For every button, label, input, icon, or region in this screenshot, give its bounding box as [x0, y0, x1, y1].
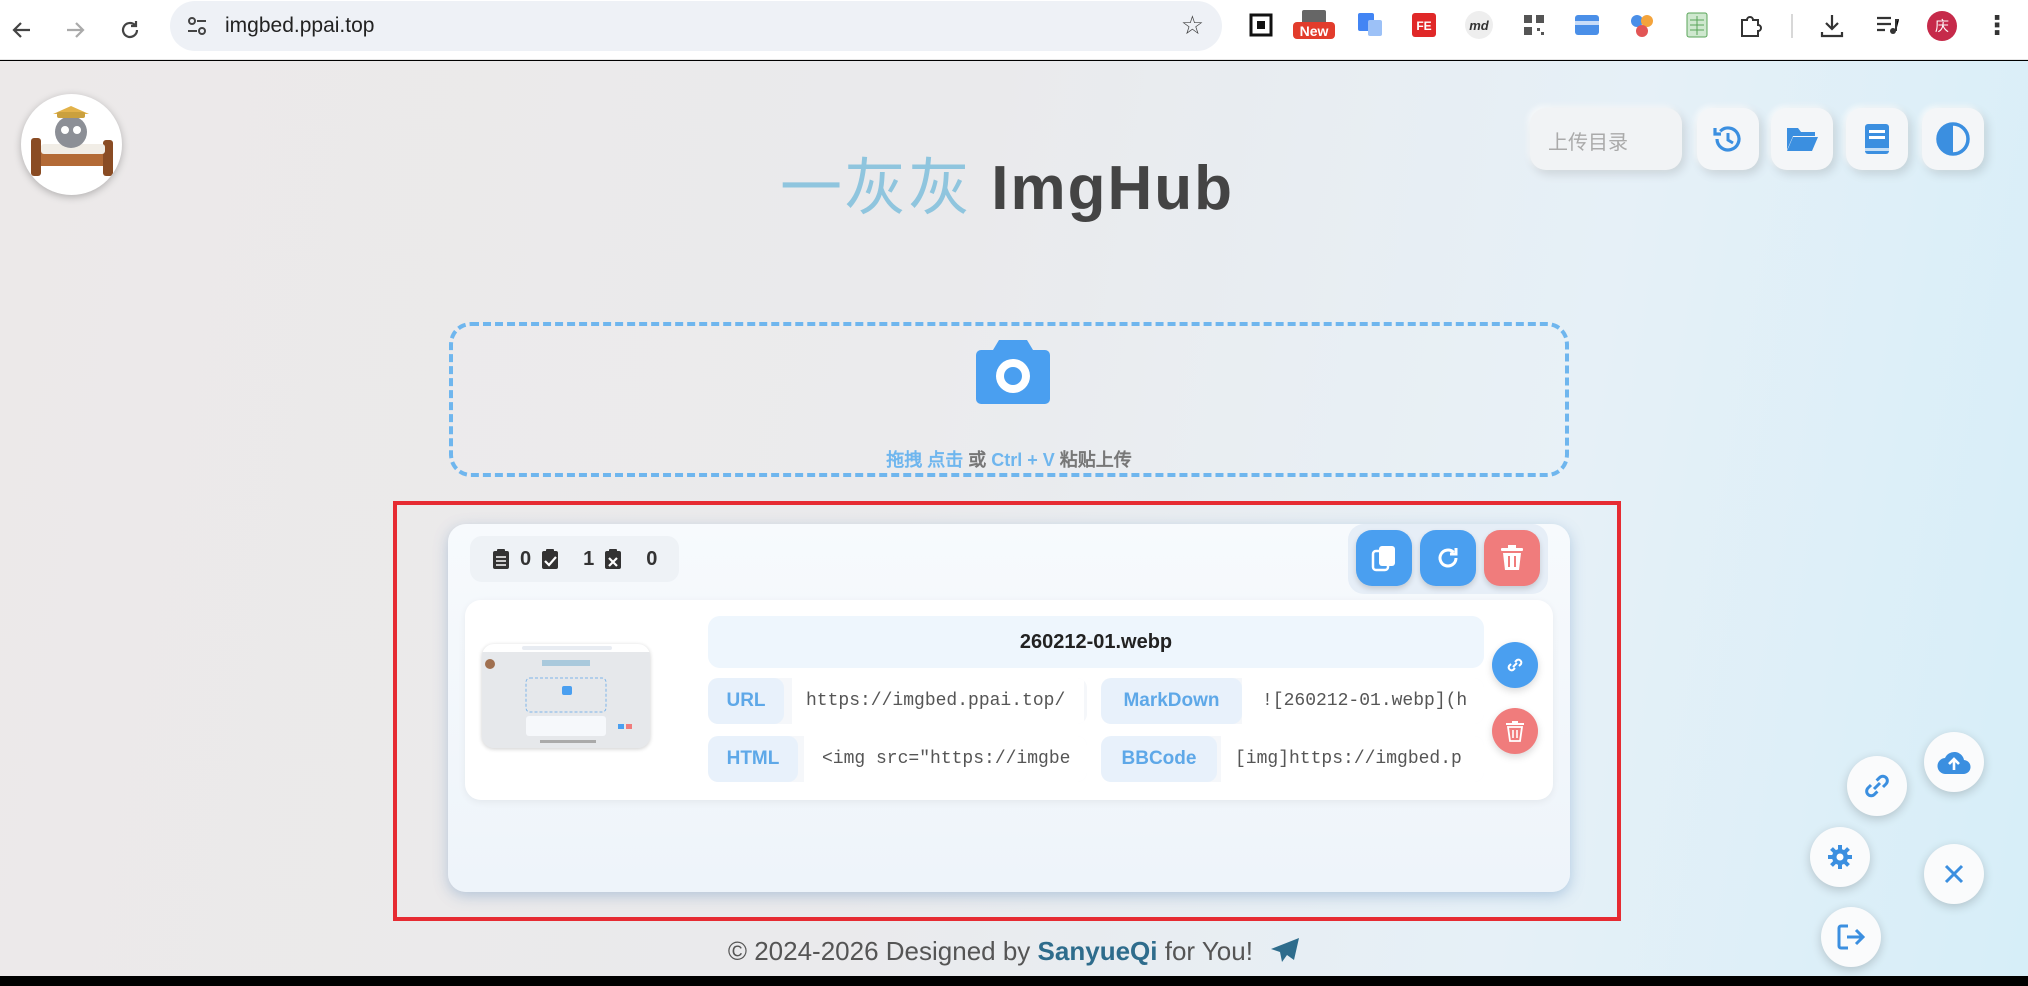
markdown-field[interactable]: MarkDown ![260212-01.webp](h — [1101, 678, 1484, 724]
gear-icon — [1828, 845, 1852, 869]
copy-icon — [1371, 546, 1395, 572]
profile-avatar[interactable]: 庆 — [1927, 11, 1957, 41]
toolbar-separator — [1791, 14, 1793, 38]
qr-code-ext-icon[interactable] — [1520, 11, 1548, 39]
cloud-upload-fab[interactable] — [1924, 732, 1984, 792]
upload-results-panel: 0 1 0 260212-01.webp URL https://imgbed.… — [448, 524, 1570, 892]
reload-icon[interactable] — [110, 10, 150, 50]
new-badge-ext-icon[interactable]: New — [1292, 10, 1336, 39]
link-fab[interactable] — [1847, 756, 1907, 816]
refresh-icon — [1438, 548, 1458, 568]
md-ext-icon[interactable]: md — [1465, 11, 1493, 39]
clipboard-check-icon — [542, 549, 559, 569]
clipboard-x-icon — [605, 549, 622, 569]
stat-failed-count: 0 — [646, 547, 658, 570]
footer-suffix: for You! — [1164, 936, 1253, 966]
theme-toggle-button[interactable] — [1922, 108, 1984, 170]
download-icon[interactable] — [1818, 11, 1846, 39]
paper-plane-icon — [1271, 938, 1300, 962]
hint-drag: 拖拽 — [886, 450, 923, 470]
url-field[interactable]: URL https://imgbed.ppai.top/ — [708, 678, 1087, 724]
upload-stats: 0 1 0 — [470, 536, 680, 582]
close-fab[interactable] — [1924, 844, 1984, 904]
book-icon — [1865, 124, 1889, 154]
copy-all-button[interactable] — [1356, 530, 1412, 586]
hint-or: 或 — [968, 450, 987, 470]
browser-toolbar: imgbed.ppai.top ☆ New FE md 庆 ⋮ — [0, 0, 2028, 60]
close-icon — [1944, 864, 1964, 884]
batch-actions — [1348, 524, 1548, 594]
hint-shortcut: Ctrl + V — [991, 450, 1055, 470]
upload-dropzone[interactable]: 拖拽 点击 或 Ctrl + V 粘贴上传 — [449, 322, 1569, 477]
bookmark-star-icon[interactable]: ☆ — [1181, 10, 1204, 41]
bbcode-field[interactable]: BBCode [img]https://imgbed.p — [1101, 736, 1484, 782]
html-field[interactable]: HTML <img src="https://imgbe — [708, 736, 1087, 782]
settings-fab[interactable] — [1810, 827, 1870, 887]
file-name: 260212-01.webp — [708, 616, 1484, 668]
forward-icon[interactable] — [55, 10, 95, 50]
delete-file-button[interactable] — [1492, 708, 1538, 754]
clear-all-button[interactable] — [1484, 530, 1540, 586]
address-bar[interactable]: imgbed.ppai.top ☆ — [170, 1, 1222, 51]
docs-button[interactable] — [1846, 108, 1908, 170]
sheet-ext-icon[interactable] — [1683, 11, 1711, 39]
bbcode-value[interactable]: [img]https://imgbed.p — [1221, 736, 1484, 782]
users-ext-icon[interactable] — [1628, 11, 1656, 39]
stat-success-count: 1 — [583, 547, 595, 570]
html-value[interactable]: <img src="https://imgbe — [804, 736, 1087, 782]
fe-ext-icon[interactable]: FE — [1410, 11, 1438, 39]
camera-icon — [976, 340, 1050, 404]
link-icon — [1865, 774, 1889, 798]
translate-ext-icon[interactable] — [1356, 11, 1384, 39]
browser-menu-icon[interactable]: ⋮ — [1983, 10, 2011, 40]
trash-icon — [1501, 545, 1523, 570]
url-label: URL — [708, 678, 784, 724]
bbcode-label: BBCode — [1101, 736, 1217, 782]
site-settings-icon[interactable] — [184, 13, 210, 39]
uploaded-file-card: 260212-01.webp URL https://imgbed.ppai.t… — [465, 600, 1553, 800]
clipboard-pending-icon — [493, 549, 509, 569]
footer-prefix: © 2024-2026 Designed by — [727, 936, 1031, 966]
history-button[interactable] — [1697, 108, 1759, 170]
puzzle-icon[interactable] — [1737, 11, 1765, 39]
folder-open-icon — [1787, 128, 1818, 151]
upload-dir-input[interactable]: 上传目录 — [1530, 108, 1682, 170]
cloud-upload-icon — [1937, 751, 1971, 775]
media-playlist-icon[interactable] — [1873, 11, 1901, 39]
footer: © 2024-2026 Designed by SanyueQi for You… — [0, 936, 2028, 967]
app-page: 一灰灰 ImgHub 上传目录 拖拽 点击 或 Ctrl + V 粘贴上传 0 — [0, 61, 2028, 976]
retry-button[interactable] — [1420, 530, 1476, 586]
new-badge-label: New — [1300, 23, 1329, 39]
markdown-label: MarkDown — [1101, 678, 1242, 724]
site-avatar[interactable] — [21, 94, 122, 195]
fe-badge-label: FE — [1416, 19, 1431, 33]
card-ext-icon[interactable] — [1573, 11, 1601, 39]
site-title-en: ImgHub — [991, 154, 1234, 223]
site-title-cn: 一灰灰 — [780, 154, 973, 223]
html-label: HTML — [708, 736, 798, 782]
dropzone-hint: 拖拽 点击 或 Ctrl + V 粘贴上传 — [453, 446, 1565, 472]
url-value[interactable]: https://imgbed.ppai.top/ — [792, 678, 1084, 724]
back-icon[interactable] — [2, 10, 42, 50]
link-icon — [1507, 658, 1523, 672]
trash-icon — [1506, 721, 1524, 742]
hint-paste: 粘贴上传 — [1059, 450, 1132, 470]
markdown-value[interactable]: ![260212-01.webp](h — [1242, 678, 1484, 724]
stat-pending-count: 0 — [520, 547, 532, 570]
contrast-icon — [1936, 122, 1970, 156]
hint-click: 点击 — [927, 450, 964, 470]
history-icon — [1713, 126, 1741, 152]
url-text[interactable]: imgbed.ppai.top — [225, 14, 374, 38]
site-title: 一灰灰 ImgHub — [780, 137, 1234, 227]
qr-ext-icon[interactable] — [1247, 11, 1275, 39]
bottom-black-bar — [0, 976, 2028, 986]
image-thumbnail[interactable] — [482, 644, 650, 748]
folder-button[interactable] — [1771, 108, 1833, 170]
copy-link-button[interactable] — [1492, 642, 1538, 688]
footer-author[interactable]: SanyueQi — [1038, 936, 1158, 966]
